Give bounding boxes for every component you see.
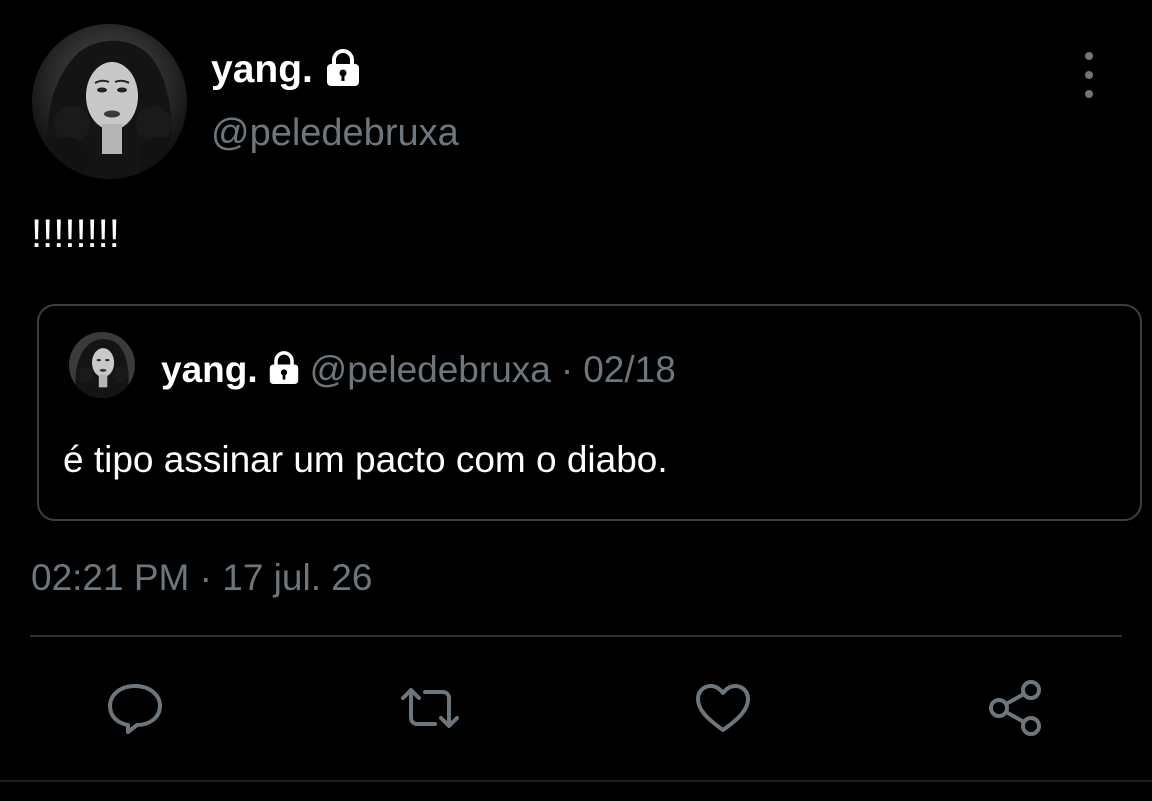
avatar[interactable] (32, 24, 187, 179)
quote-display-name: yang. (161, 349, 258, 390)
heart-icon (694, 682, 752, 739)
divider (30, 635, 1122, 637)
quote-separator: · (560, 349, 574, 390)
quote-text: é tipo assinar um pacto com o diabo. (63, 439, 668, 480)
tweet-timestamp[interactable]: 02:21 PM · 17 jul. 26 (31, 557, 372, 599)
share-icon (986, 679, 1046, 742)
reply-button[interactable] (105, 680, 165, 740)
quote-avatar (69, 332, 135, 398)
more-options-button[interactable] (1072, 52, 1106, 98)
quote-handle: @peledebruxa (309, 349, 551, 390)
quote-date: 02/18 (583, 349, 676, 390)
tweet-text: !!!!!!!! (31, 212, 120, 256)
more-dot-icon (1085, 90, 1093, 98)
lock-icon (325, 48, 361, 92)
quote-header: yang. @peledebruxa · 02/18 (161, 346, 676, 394)
display-name[interactable]: yang. (211, 48, 313, 92)
share-button[interactable] (986, 679, 1046, 742)
lock-icon (268, 350, 300, 390)
author-handle[interactable]: @peledebruxa (211, 112, 459, 155)
retweet-icon (397, 684, 463, 737)
retweet-button[interactable] (400, 680, 460, 740)
like-button[interactable] (693, 680, 753, 740)
quoted-tweet-card[interactable]: yang. @peledebruxa · 02/18 é tipo assina… (37, 304, 1142, 521)
reply-icon (106, 682, 164, 739)
tweet-detail: yang. @peledebruxa !!!!!!!! yang. @peled… (0, 0, 1152, 801)
author-name-row: yang. (211, 44, 361, 96)
bottom-divider (0, 780, 1152, 782)
more-dot-icon (1085, 52, 1093, 60)
more-dot-icon (1085, 71, 1093, 79)
